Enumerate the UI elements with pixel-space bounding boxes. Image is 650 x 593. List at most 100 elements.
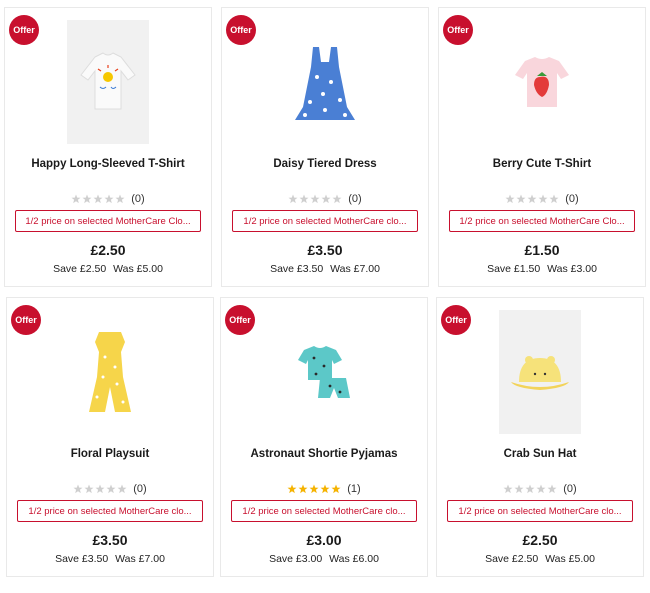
save-amount: Save £1.50 [487,263,541,275]
star-empty-icon [93,194,103,204]
star-rating [73,484,127,494]
star-empty-icon [84,484,94,494]
save-was: Save £3.50 Was £7.00 [222,263,428,275]
tshirt-image[interactable] [501,20,583,144]
promo-button[interactable]: 1/2 price on selected MotherCare clo... [17,500,203,522]
price: £2.50 [522,532,558,548]
save-amount: Save £2.50 [53,263,107,275]
promo-button[interactable]: 1/2 price on selected MotherCare clo... [231,500,417,522]
star-empty-icon [106,484,116,494]
save-amount: Save £3.50 [270,263,324,275]
star-empty-icon [503,484,513,494]
promo-button[interactable]: 1/2 price on selected MotherCare clo... [232,210,418,232]
pyjamas-image[interactable] [283,310,365,434]
star-empty-icon [538,194,548,204]
price: £3.50 [307,242,343,258]
was-price: Was £7.00 [330,263,380,275]
star-empty-icon [549,194,559,204]
star-rating [288,194,342,204]
price: £1.50 [524,242,560,258]
rating-row: (1) [221,483,427,495]
product-name[interactable]: Floral Playsuit [7,448,213,460]
star-empty-icon [525,484,535,494]
star-rating [71,194,125,204]
save-amount: Save £2.50 [485,553,539,565]
save-was: Save £2.50 Was £5.00 [5,263,211,275]
star-empty-icon [332,194,342,204]
star-empty-icon [527,194,537,204]
save-was: Save £3.00 Was £6.00 [221,553,427,565]
product-name[interactable]: Crab Sun Hat [437,448,643,460]
star-empty-icon [514,484,524,494]
rating-count: (0) [131,193,145,205]
offer-badge: Offer [226,15,256,45]
product-name[interactable]: Berry Cute T-Shirt [439,158,645,170]
star-filled-icon [298,484,308,494]
save-amount: Save £3.00 [269,553,323,565]
star-empty-icon [104,194,114,204]
was-price: Was £3.00 [547,263,597,275]
save-was: Save £2.50 Was £5.00 [437,553,643,565]
rating-count: (0) [133,483,147,495]
save-was: Save £1.50 Was £3.00 [439,263,645,275]
product-card[interactable]: Offer Floral Playsuit (0) 1/2 price on s… [6,297,214,577]
star-empty-icon [71,194,81,204]
star-empty-icon [73,484,83,494]
star-filled-icon [309,484,319,494]
star-empty-icon [547,484,557,494]
rating-row: (0) [437,483,643,495]
playsuit-image[interactable] [69,310,151,434]
rating-row: (0) [7,483,213,495]
star-empty-icon [95,484,105,494]
star-rating [503,484,557,494]
save-amount: Save £3.50 [55,553,109,565]
promo-button[interactable]: 1/2 price on selected MotherCare Clo... [449,210,635,232]
star-empty-icon [321,194,331,204]
promo-button[interactable]: 1/2 price on selected MotherCare Clo... [15,210,201,232]
rating-count: (0) [565,193,579,205]
was-price: Was £7.00 [115,553,165,565]
product-name[interactable]: Astronaut Shortie Pyjamas [221,448,427,460]
star-empty-icon [82,194,92,204]
sun-hat-image[interactable] [499,310,581,434]
rating-count: (0) [348,193,362,205]
dress-image[interactable] [284,20,366,144]
offer-badge: Offer [443,15,473,45]
rating-count: (0) [563,483,577,495]
star-empty-icon [536,484,546,494]
price: £3.00 [306,532,342,548]
star-empty-icon [505,194,515,204]
rating-row: (0) [439,193,645,205]
offer-badge: Offer [9,15,39,45]
longsleeve-tshirt-image[interactable] [67,20,149,144]
product-card[interactable]: Offer Happy Long-Sleeved T-Shirt (0) 1/2… [4,7,212,287]
save-was: Save £3.50 Was £7.00 [7,553,213,565]
star-empty-icon [288,194,298,204]
star-empty-icon [117,484,127,494]
product-card[interactable]: Offer Daisy Tiered Dress (0) 1/2 price o… [221,7,429,287]
product-card[interactable]: Offer Berry Cute T-Shirt (0) 1/2 price o… [438,7,646,287]
star-filled-icon [320,484,330,494]
was-price: Was £5.00 [113,263,163,275]
star-empty-icon [299,194,309,204]
star-rating [505,194,559,204]
product-card[interactable]: Offer Astronaut Shortie Pyjamas (1) 1/2 … [220,297,428,577]
product-name[interactable]: Daisy Tiered Dress [222,158,428,170]
price: £3.50 [92,532,128,548]
star-empty-icon [516,194,526,204]
product-name[interactable]: Happy Long-Sleeved T-Shirt [5,158,211,170]
offer-badge: Offer [11,305,41,335]
product-card[interactable]: Offer Crab Sun Hat (0) 1/2 price on sele… [436,297,644,577]
price: £2.50 [90,242,126,258]
star-filled-icon [287,484,297,494]
star-empty-icon [310,194,320,204]
promo-button[interactable]: 1/2 price on selected MotherCare clo... [447,500,633,522]
star-empty-icon [115,194,125,204]
was-price: Was £5.00 [545,553,595,565]
offer-badge: Offer [225,305,255,335]
rating-row: (0) [5,193,211,205]
offer-badge: Offer [441,305,471,335]
was-price: Was £6.00 [329,553,379,565]
star-filled-icon [331,484,341,494]
star-rating [287,484,341,494]
